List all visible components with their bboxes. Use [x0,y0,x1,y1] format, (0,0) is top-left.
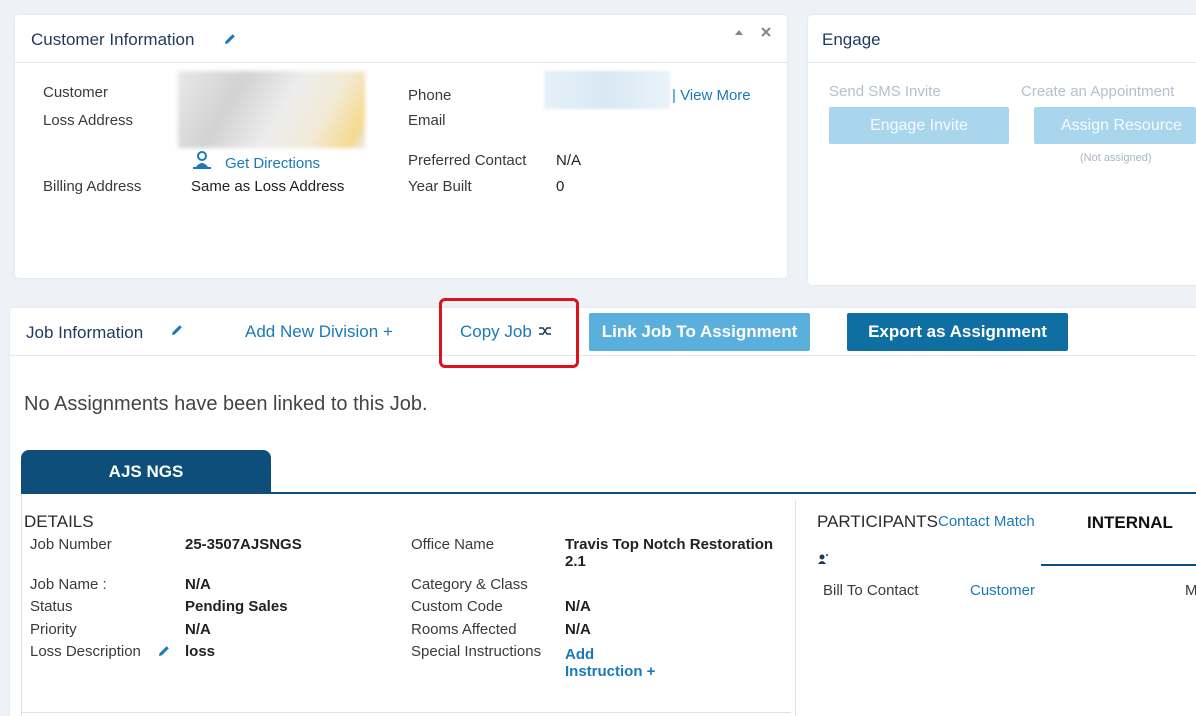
bill-to-contact-label: Bill To Contact [823,582,919,599]
add-instruction-link-line1[interactable]: Add [565,646,594,663]
map-pin-person-icon[interactable] [191,151,213,169]
customer-panel-title: Customer Information [31,30,195,49]
job-name-value: N/A [185,576,211,593]
edit-customer-icon[interactable] [223,32,237,46]
details-border-top [21,494,22,716]
caret-up-icon[interactable] [734,28,744,36]
customer-information-panel: Customer Information [15,15,787,278]
bill-to-contact-value[interactable]: Customer [970,582,1035,599]
email-label: Email [408,112,446,129]
participants-heading: PARTICIPANTS [817,512,938,531]
rooms-affected-label: Rooms Affected [411,621,517,638]
no-assignments-text: No Assignments have been linked to this … [24,393,428,415]
loss-address-label: Loss Address [43,112,134,129]
tab-internal[interactable]: INTERNAL [1087,513,1173,533]
preferred-contact-label: Preferred Contact [408,152,527,169]
contact-match-link[interactable]: Contact Match [938,513,1035,530]
add-new-division-link[interactable]: Add New Division + [245,322,393,342]
billing-address-value: Same as Loss Address [191,178,345,195]
details-participants-divider [795,500,796,716]
tab-ajs-ngs-label: AJS NGS [108,461,184,481]
job-number-label: Job Number [30,536,112,553]
engage-panel-header: Engage [808,15,1196,63]
priority-label: Priority [30,621,77,638]
redacted-phone [544,71,670,109]
loss-description-label: Loss Description [30,643,141,660]
copy-job-highlight-box [439,298,579,368]
customer-label: Customer [43,84,109,101]
close-icon[interactable] [760,26,772,38]
rooms-affected-value: N/A [565,621,591,638]
export-as-assignment-button[interactable]: Export as Assignment [847,313,1068,351]
office-name-value-line2: 2.1 [565,553,586,570]
office-name-value-line1: Travis Top Notch Restoration [565,536,774,553]
add-instruction-link-line2[interactable]: Instruction + [565,663,655,680]
job-panel-header-divider [10,355,1196,356]
phone-label: Phone [408,87,452,104]
preferred-contact-value: N/A [556,152,582,169]
engage-panel-title: Engage [822,30,881,49]
tab-bar-line [21,492,1196,494]
truncated-column-text: M [1185,582,1196,599]
custom-code-value: N/A [565,598,591,615]
year-built-value: 0 [556,178,565,195]
engage-invite-button[interactable]: Engage Invite [829,107,1009,144]
year-built-label: Year Built [408,178,472,195]
job-panel-title: Job Information [26,323,144,342]
job-name-label: Job Name : [30,576,107,593]
status-label: Status [30,598,73,615]
assign-resource-button[interactable]: Assign Resource [1034,107,1196,144]
details-bottom-line [21,712,791,713]
office-name-label: Office Name [411,536,495,553]
internal-tab-underline [1041,564,1196,566]
link-job-to-assignment-button[interactable]: Link Job To Assignment [589,313,810,351]
create-appointment-label: Create an Appointment [1021,83,1175,100]
custom-code-label: Custom Code [411,598,503,615]
loss-description-value: loss [185,643,216,660]
send-sms-invite-label: Send SMS Invite [829,83,941,100]
status-value: Pending Sales [185,598,288,615]
billing-address-label: Billing Address [43,178,142,195]
edit-job-icon[interactable] [170,323,184,337]
special-instructions-label: Special Instructions [411,643,542,660]
customer-panel-header: Customer Information [15,15,787,63]
priority-value: N/A [185,621,211,638]
job-number-value: 25-3507AJSNGS [185,536,302,553]
edit-loss-description-icon[interactable] [157,644,171,658]
get-directions-link[interactable]: Get Directions [225,155,320,172]
engage-panel: Engage [808,15,1196,285]
person-add-icon[interactable] [817,553,829,565]
category-class-label: Category & Class [411,576,528,593]
tab-ajs-ngs[interactable]: AJS NGS [21,450,271,493]
not-assigned-text: (Not assigned) [1080,152,1152,164]
redacted-customer-info [178,71,365,148]
details-heading: DETAILS [24,512,94,531]
view-more-link[interactable]: | View More [672,87,751,104]
